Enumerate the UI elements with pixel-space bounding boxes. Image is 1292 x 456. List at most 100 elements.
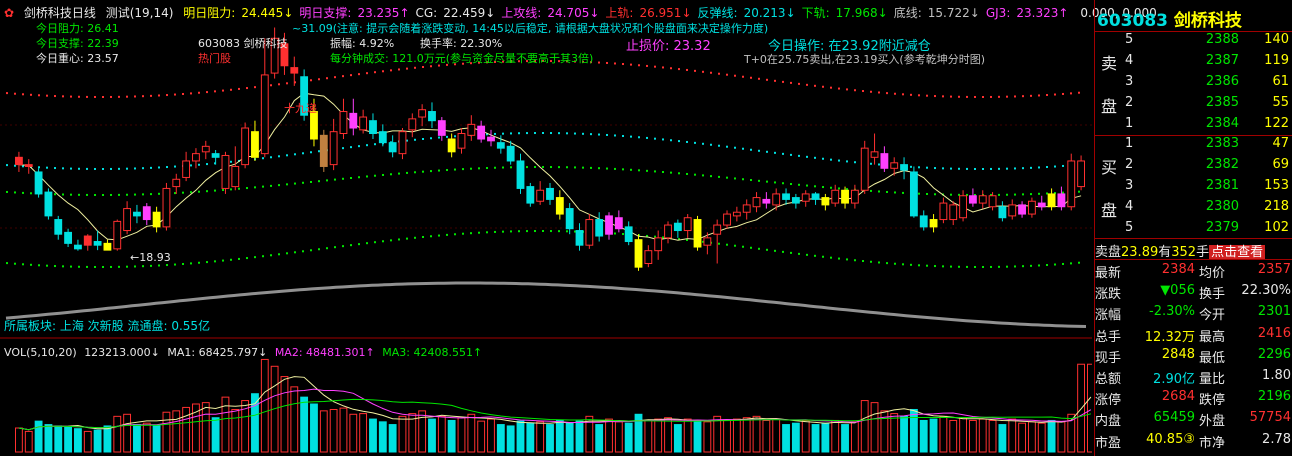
- upper-band-dot: [726, 73, 728, 76]
- mid-band-dot: [462, 168, 464, 171]
- candle-body: [359, 116, 368, 131]
- upper-band-dot: [734, 74, 736, 77]
- candle-body: [241, 127, 250, 166]
- mid-band-dot: [198, 190, 200, 193]
- lower-band-dot: [182, 262, 184, 265]
- indicator-item: 明日阻力:: [183, 6, 236, 20]
- stat-value: -2.30%: [1149, 304, 1195, 320]
- mid-band-dot: [150, 193, 152, 196]
- bid-row[interactable]: 1 2383 47: [1095, 136, 1292, 157]
- candle-body: [418, 109, 427, 118]
- volume-bar: [870, 402, 879, 453]
- volume-bar: [831, 419, 840, 453]
- mid-band-dot: [414, 171, 416, 174]
- rebound-band-dot: [582, 132, 584, 135]
- candle-body: [192, 153, 200, 162]
- ask-row[interactable]: 1 2384 122: [1095, 116, 1292, 137]
- indicator-item: 上攻线:: [501, 6, 542, 20]
- volume-bar: [693, 420, 702, 453]
- volume-bar: [54, 425, 63, 453]
- rebound-band-dot: [854, 161, 856, 164]
- mid-band-dot: [678, 172, 680, 175]
- stock-code: 603083: [1097, 11, 1168, 31]
- lower-band-dot: [974, 265, 976, 268]
- rebound-band-dot: [510, 132, 512, 135]
- lower-band-dot: [742, 245, 744, 248]
- upper-band-dot: [150, 94, 152, 97]
- mid-band-dot: [734, 177, 736, 180]
- lower-band-dot: [878, 261, 880, 264]
- rebound-band-dot: [118, 167, 120, 170]
- lower-band-dot: [886, 262, 888, 265]
- volume-bar: [841, 424, 849, 453]
- volume-bar: [162, 411, 171, 453]
- candle-body: [929, 219, 938, 228]
- indicator-arrow: ↓: [589, 6, 600, 20]
- stat-value: ▼056: [1160, 283, 1195, 299]
- upper-band-dot: [974, 95, 976, 98]
- stat-value: 12.32万: [1144, 329, 1195, 345]
- rebound-band-dot: [78, 167, 80, 170]
- rebound-band-dot: [142, 167, 144, 170]
- rebound-band-dot: [766, 150, 768, 153]
- mid-band-dot: [782, 182, 784, 185]
- lower-band-dot: [918, 264, 920, 267]
- book-volume: 140: [1264, 32, 1289, 47]
- lower-band-dot: [966, 265, 968, 268]
- indicator-values: 明日阻力: 24.445↓ 明日支撑: 23.235↑ CG: 22.459↓ 上攻线: 24…: [183, 6, 1162, 20]
- upper-band-dot: [390, 69, 392, 72]
- volume-bar: [378, 421, 387, 453]
- lower-band-dot: [62, 265, 64, 268]
- volume-bar: [280, 376, 289, 453]
- upper-band-dot: [966, 95, 968, 98]
- kline-chart-area[interactable]: ✿ 剑桥科技日线 测试(19,14) 明日阻力: 24.445↓ 明日支撑: 23.2…: [0, 0, 1157, 456]
- ask-row[interactable]: 2 2385 55: [1095, 95, 1292, 116]
- kline-chart[interactable]: [0, 0, 1092, 456]
- lower-band-dot: [294, 251, 296, 254]
- rebound-band-dot: [166, 166, 168, 169]
- view-detail-link[interactable]: 点击查看: [1209, 245, 1266, 260]
- ask-row[interactable]: 4 2387 119: [1095, 53, 1292, 74]
- low-price-label: ←18.93: [130, 251, 171, 264]
- hot-stock-tag[interactable]: 热门股: [198, 50, 231, 66]
- upper-band-dot: [918, 94, 920, 97]
- volume-bar: [93, 429, 102, 453]
- upper-band-dot: [806, 83, 808, 86]
- rebound-band-dot: [230, 160, 232, 163]
- volume-bar: [713, 415, 722, 453]
- rebound-band-dot: [622, 135, 624, 138]
- volume-bar: [477, 420, 486, 453]
- ask-row[interactable]: 5 2388 140: [1095, 32, 1292, 53]
- lower-band-dot: [198, 261, 200, 264]
- volume-bar: [34, 420, 43, 453]
- candle-body: [447, 138, 456, 153]
- volume-label: VOL(5,10,20): [4, 346, 77, 359]
- mid-band-dot: [934, 193, 936, 196]
- upper-band-dot: [182, 92, 184, 95]
- upper-band-dot: [374, 71, 376, 74]
- stat-value: 2384: [1161, 262, 1195, 277]
- mid-band-dot: [6, 190, 8, 193]
- volume-bar: [605, 418, 613, 453]
- lower-band-dot: [414, 236, 416, 239]
- candle-body: [614, 217, 623, 230]
- bid-row[interactable]: 3 2381 153: [1095, 178, 1292, 199]
- bid-row[interactable]: 2 2382 69: [1095, 157, 1292, 178]
- upper-band-dot: [830, 86, 832, 89]
- lower-band-dot: [398, 238, 400, 241]
- candle-body: [34, 171, 43, 195]
- stat-row: 总额 2.90亿 量比 1.80: [1095, 368, 1292, 389]
- indicator-value: 20.213: [743, 6, 786, 20]
- rebound-band-dot: [550, 132, 552, 135]
- indicator-arrow: ↓: [785, 6, 796, 20]
- indicator-value: 22.459: [443, 6, 486, 20]
- lower-band-dot: [78, 265, 80, 268]
- stat-value: 65459: [1153, 410, 1195, 426]
- upper-band-dot: [926, 94, 928, 97]
- rebound-band-dot: [454, 135, 456, 138]
- rebound-band-dot: [430, 137, 432, 140]
- upper-band-dot: [822, 85, 824, 88]
- lower-band-dot: [262, 255, 264, 258]
- bid-row[interactable]: 4 2380 218: [1095, 199, 1292, 220]
- ask-row[interactable]: 3 2386 61: [1095, 74, 1292, 95]
